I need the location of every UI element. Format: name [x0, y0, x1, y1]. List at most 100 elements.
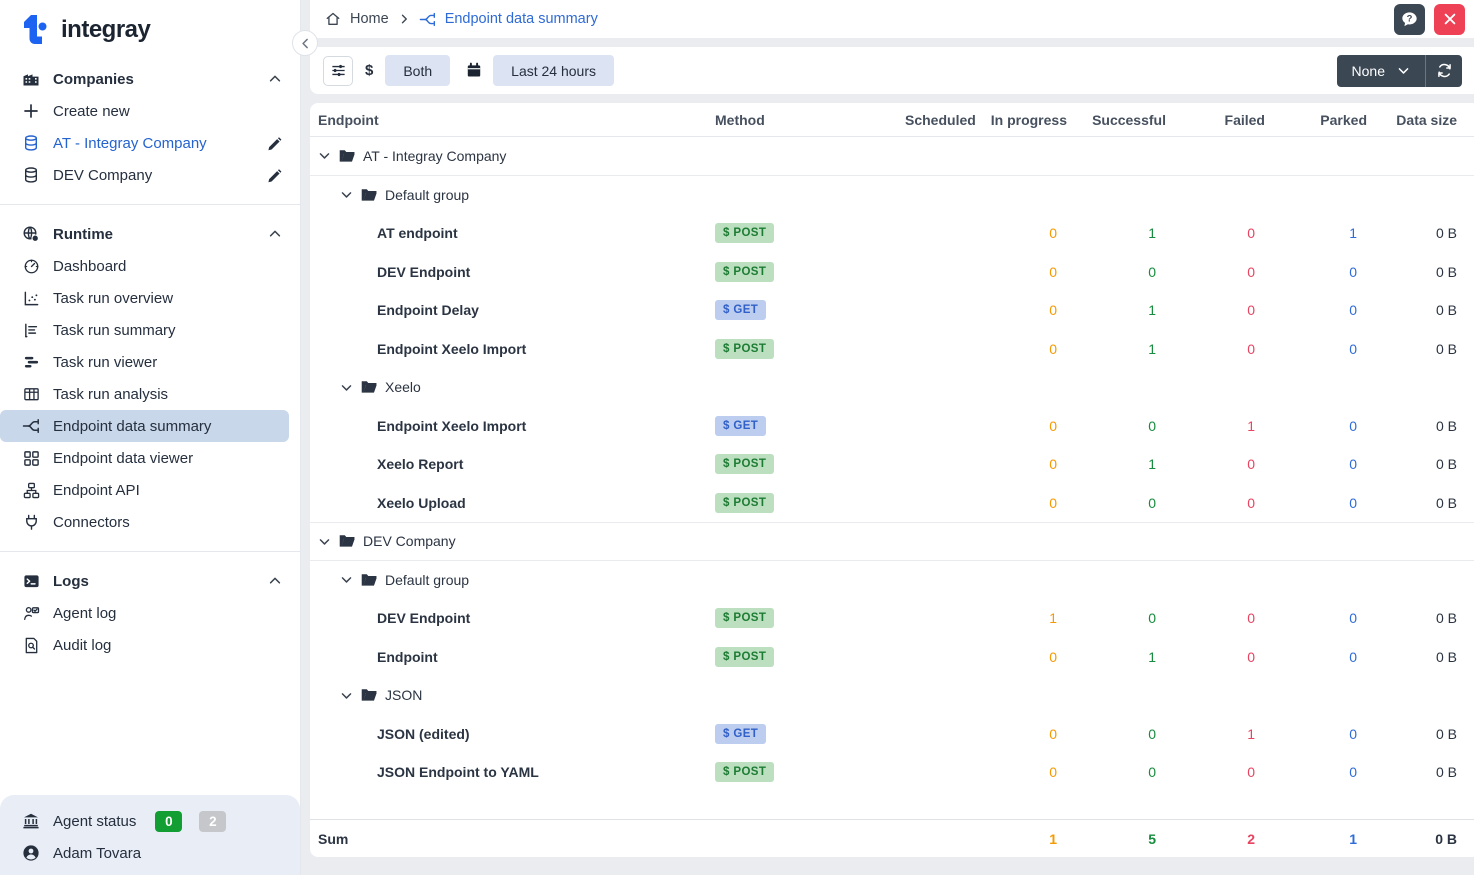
- chevron-left-icon: [299, 37, 312, 50]
- agent-status-label: Agent status: [53, 812, 137, 830]
- sidebar-item-task-run-viewer[interactable]: Task run viewer: [0, 346, 300, 378]
- edit-pencil-icon[interactable]: [267, 168, 282, 183]
- column-header-successful[interactable]: Successful: [1067, 112, 1166, 128]
- endpoint-name[interactable]: JSON Endpoint to YAML: [318, 764, 539, 780]
- column-header-failed[interactable]: Failed: [1166, 112, 1265, 128]
- sidebar-collapse-button[interactable]: [292, 30, 318, 56]
- agents-online-badge[interactable]: 0: [155, 810, 183, 832]
- column-header-parked[interactable]: Parked: [1265, 112, 1367, 128]
- edit-pencil-icon[interactable]: [267, 136, 282, 151]
- scatter-chart-icon: [22, 290, 40, 307]
- column-header-scheduled[interactable]: Scheduled: [905, 112, 976, 128]
- endpoint-name[interactable]: Xeelo Report: [318, 456, 463, 472]
- parked-value: 0: [1349, 725, 1357, 742]
- endpoint-name[interactable]: Endpoint Delay: [318, 302, 479, 318]
- data-size-value: 0 B: [1435, 225, 1457, 242]
- sidebar-footer: Agent status 0 2 Adam Tovara: [0, 795, 300, 875]
- agent-status[interactable]: Agent status 0 2: [0, 805, 300, 837]
- failed-value: 0: [1247, 494, 1255, 511]
- audit-log-icon: [22, 637, 40, 654]
- chevron-down-icon[interactable]: [318, 535, 331, 548]
- merge-branch-icon: [22, 417, 40, 435]
- nav-item-label: Task run analysis: [53, 385, 169, 403]
- parked-value: 0: [1349, 610, 1357, 627]
- sidebar-item-task-run-overview[interactable]: Task run overview: [0, 282, 300, 314]
- endpoint-name[interactable]: Endpoint Xeelo Import: [318, 341, 526, 357]
- close-button[interactable]: [1434, 3, 1465, 35]
- user-menu[interactable]: Adam Tovara: [0, 837, 300, 869]
- sidebar-section-logs[interactable]: Logs: [0, 565, 300, 597]
- endpoint-name[interactable]: Endpoint: [318, 649, 438, 665]
- sidebar-section-runtime[interactable]: Runtime: [0, 218, 300, 250]
- group-name: Default group: [385, 571, 470, 588]
- endpoint-name[interactable]: DEV Endpoint: [318, 264, 470, 280]
- chevron-down-icon[interactable]: [340, 689, 353, 702]
- successful-value: 0: [1148, 610, 1156, 627]
- column-header-method[interactable]: Method: [715, 112, 905, 128]
- agents-offline-badge[interactable]: 2: [199, 810, 227, 832]
- table-row-group[interactable]: JSON: [310, 676, 1474, 715]
- sidebar-item-connectors[interactable]: Connectors: [0, 506, 300, 538]
- app-logo[interactable]: integray: [0, 0, 300, 59]
- time-range-select[interactable]: Last 24 hours: [493, 55, 614, 86]
- endpoint-name[interactable]: AT endpoint: [318, 225, 458, 241]
- endpoint-name[interactable]: Endpoint Xeelo Import: [318, 418, 526, 434]
- table-row-company[interactable]: AT - Integray Company: [310, 137, 1474, 176]
- parked-value: 0: [1349, 417, 1357, 434]
- chevron-up-icon[interactable]: [268, 72, 282, 86]
- sidebar-item-endpoint-api[interactable]: Endpoint API: [0, 474, 300, 506]
- sidebar-item-endpoint-data-viewer[interactable]: Endpoint data viewer: [0, 442, 300, 474]
- sidebar-item-dashboard[interactable]: Dashboard: [0, 250, 300, 282]
- filters-button[interactable]: [323, 55, 353, 86]
- column-header-endpoint[interactable]: Endpoint: [318, 112, 715, 128]
- folder-icon: [361, 688, 377, 702]
- breadcrumb-home[interactable]: Home: [350, 11, 389, 27]
- parked-value: 0: [1349, 764, 1357, 781]
- sidebar-item-task-run-analysis[interactable]: Task run analysis: [0, 378, 300, 410]
- table-row-endpoint: DEV Endpoint $ POST 0 0 0 0 0 B: [310, 253, 1474, 292]
- failed-value: 1: [1247, 417, 1255, 434]
- type-filter-select[interactable]: Both: [385, 55, 451, 86]
- nav-item-label: Task run overview: [53, 289, 174, 307]
- data-size-value: 0 B: [1435, 456, 1457, 473]
- help-button[interactable]: ?: [1394, 3, 1425, 35]
- chevron-down-icon: [1397, 64, 1410, 77]
- endpoint-name[interactable]: Xeelo Upload: [318, 495, 466, 511]
- column-header-in-progress[interactable]: In progress: [967, 112, 1067, 128]
- sidebar-item-agent-log[interactable]: Agent log: [0, 597, 300, 629]
- agent-log-icon: [22, 605, 40, 622]
- sidebar-item-company-at[interactable]: AT - Integray Company: [0, 127, 300, 159]
- successful-value: 0: [1148, 725, 1156, 742]
- sidebar-item-task-run-summary[interactable]: Task run summary: [0, 314, 300, 346]
- breadcrumb-current[interactable]: Endpoint data summary: [445, 11, 598, 27]
- column-header-data-size[interactable]: Data size: [1367, 112, 1457, 128]
- refresh-icon: [1436, 62, 1453, 79]
- refresh-button[interactable]: [1425, 54, 1462, 87]
- sidebar-item-create-new[interactable]: Create new: [0, 95, 300, 127]
- successful-value: 1: [1148, 225, 1156, 242]
- grouping-select[interactable]: None: [1337, 55, 1425, 87]
- failed-value: 0: [1247, 456, 1255, 473]
- folder-icon: [339, 149, 355, 163]
- table-row-group[interactable]: Xeelo: [310, 368, 1474, 407]
- chevron-down-icon[interactable]: [340, 188, 353, 201]
- table-row-group[interactable]: Default group: [310, 176, 1474, 215]
- chevron-down-icon[interactable]: [318, 149, 331, 162]
- method-badge: $ POST: [715, 454, 775, 475]
- chevron-down-icon[interactable]: [340, 573, 353, 586]
- table-row-group[interactable]: Default group: [310, 561, 1474, 600]
- home-icon[interactable]: [325, 11, 341, 27]
- bar-list-icon: [22, 322, 40, 339]
- sidebar-section-companies[interactable]: Companies: [0, 63, 300, 95]
- endpoint-name[interactable]: DEV Endpoint: [318, 610, 470, 626]
- sidebar-item-company-dev[interactable]: DEV Company: [0, 159, 300, 191]
- chevron-up-icon[interactable]: [268, 227, 282, 241]
- in-progress-value: 0: [1049, 764, 1057, 781]
- table-row-company[interactable]: DEV Company: [310, 522, 1474, 561]
- chevron-up-icon[interactable]: [268, 574, 282, 588]
- sidebar-item-audit-log[interactable]: Audit log: [0, 629, 300, 661]
- sidebar-item-endpoint-data-summary[interactable]: Endpoint data summary: [0, 410, 289, 442]
- endpoint-name[interactable]: JSON (edited): [318, 726, 470, 742]
- chevron-down-icon[interactable]: [340, 381, 353, 394]
- successful-value: 0: [1148, 263, 1156, 280]
